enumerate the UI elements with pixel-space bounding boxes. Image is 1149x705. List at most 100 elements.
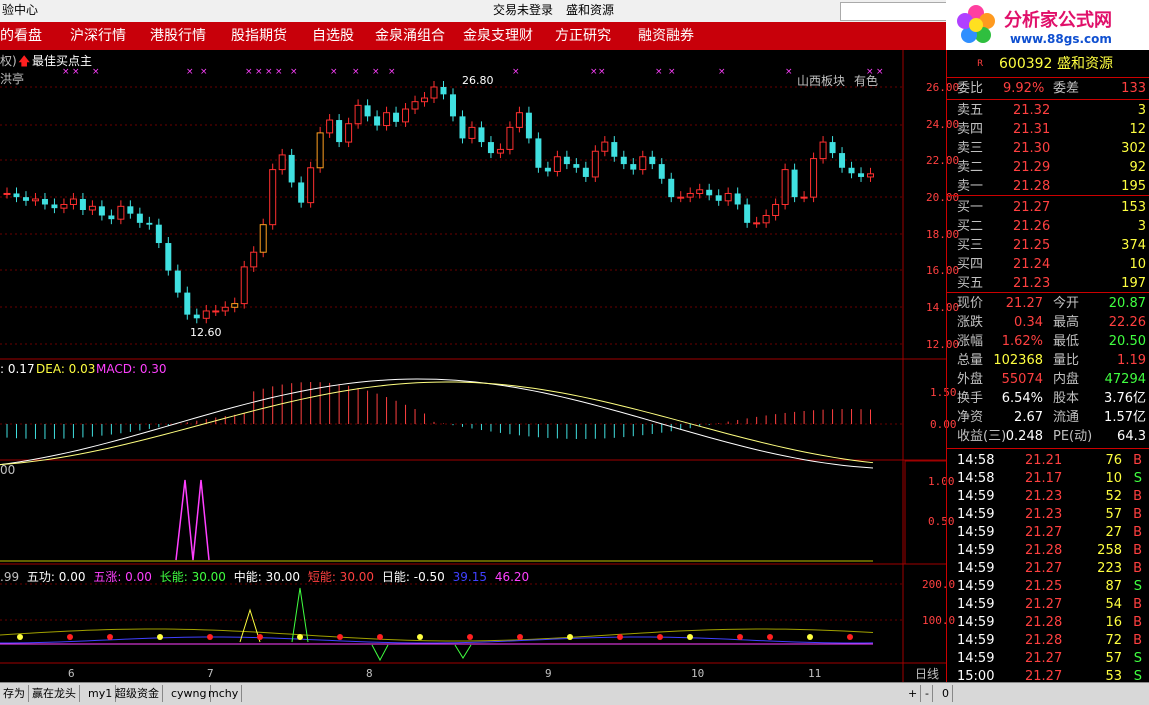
candle[interactable] [686, 192, 694, 198]
industry-label[interactable]: 有色 [854, 72, 878, 89]
candle[interactable] [117, 205, 125, 220]
candle[interactable] [839, 153, 846, 168]
candle[interactable] [165, 243, 172, 271]
candle[interactable] [374, 116, 381, 126]
candle[interactable] [677, 196, 685, 199]
candle[interactable] [393, 112, 400, 122]
candle[interactable] [364, 105, 371, 117]
candle[interactable] [336, 120, 343, 143]
candle[interactable] [639, 156, 647, 171]
menu-watchlist[interactable]: 自选股 [312, 22, 354, 50]
ask-row[interactable]: 卖四 21.31 12 [947, 120, 1149, 139]
candle[interactable] [544, 167, 551, 172]
candle[interactable] [848, 167, 855, 174]
candle[interactable] [79, 198, 86, 210]
candle[interactable] [753, 222, 761, 225]
candle[interactable] [525, 112, 532, 139]
sector-label[interactable]: 山西板块 [797, 72, 845, 89]
candle[interactable] [250, 251, 258, 268]
candle[interactable] [41, 198, 48, 205]
candle[interactable] [136, 213, 143, 223]
zoom-out-button[interactable]: - [922, 685, 933, 702]
candle[interactable] [288, 154, 295, 183]
menu-sh-sz-market[interactable]: 沪深行情 [70, 22, 126, 50]
candle[interactable] [31, 198, 39, 202]
candle[interactable] [601, 141, 609, 152]
ask-row[interactable]: 卖三 21.30 302 [947, 139, 1149, 158]
tab-super-fund[interactable]: 超级资金 [112, 685, 163, 702]
candle[interactable] [535, 138, 542, 168]
candle[interactable] [298, 182, 305, 203]
bid-row[interactable]: 买五 21.23 197 [947, 274, 1149, 293]
candle[interactable] [127, 206, 134, 214]
tab-dragon-head[interactable]: 赢在龙头 [29, 685, 80, 702]
bid-row[interactable]: 买四 21.24 10 [947, 255, 1149, 274]
candle[interactable] [69, 198, 77, 205]
candle[interactable] [468, 126, 476, 139]
candle[interactable] [573, 164, 580, 168]
candle[interactable] [658, 164, 665, 179]
candle[interactable] [582, 167, 589, 177]
candle[interactable] [867, 173, 875, 178]
candle[interactable] [108, 215, 115, 220]
candle[interactable] [781, 169, 789, 205]
bid-row[interactable]: 买二 21.26 3 [947, 217, 1149, 236]
candle[interactable] [155, 224, 162, 244]
candle[interactable] [307, 167, 315, 204]
candle[interactable] [51, 204, 58, 209]
candle[interactable] [800, 196, 808, 199]
candle[interactable] [316, 132, 324, 169]
candle[interactable] [354, 104, 362, 125]
candle[interactable] [553, 156, 561, 172]
ask-row[interactable]: 卖二 21.29 92 [947, 158, 1149, 177]
indicator-name[interactable]: 最佳买点主 [32, 52, 92, 69]
candle[interactable] [98, 206, 105, 216]
candle[interactable] [715, 195, 722, 201]
candle[interactable] [744, 204, 751, 223]
candle[interactable] [563, 156, 570, 165]
reset-zoom-button[interactable]: 0 [939, 685, 953, 702]
candle[interactable] [630, 164, 637, 170]
candle[interactable] [696, 189, 704, 194]
candle[interactable] [411, 101, 419, 110]
candle[interactable] [240, 266, 248, 305]
candle[interactable] [515, 112, 523, 128]
candle[interactable] [22, 197, 29, 201]
candle[interactable] [449, 94, 456, 117]
candle[interactable] [269, 169, 277, 226]
candle[interactable] [649, 156, 656, 165]
candle[interactable] [278, 154, 286, 171]
candle[interactable] [459, 116, 466, 139]
tab-save-as[interactable]: 存为 [0, 685, 29, 702]
bid-row[interactable]: 买一 21.27 153 [947, 198, 1149, 217]
ask-row[interactable]: 卖五 21.32 3 [947, 101, 1149, 120]
candle[interactable] [221, 306, 229, 312]
candle[interactable] [487, 142, 494, 154]
chart-area[interactable]: × × × × × × × × × × × × × × × × × × × × × × × 权) 🡅 最佳买点主 洪亭 山西… [0, 50, 959, 682]
ask-row[interactable]: 卖一 21.28 195 [947, 177, 1149, 196]
candle[interactable] [506, 126, 514, 150]
period-label[interactable]: 日线 [915, 665, 939, 682]
candle[interactable] [829, 142, 836, 154]
menu-my-board[interactable]: 的看盘 [0, 22, 42, 50]
candle[interactable] [146, 222, 153, 225]
candle[interactable] [184, 292, 191, 315]
candle[interactable] [496, 148, 504, 154]
candle[interactable] [762, 215, 770, 224]
candle[interactable] [383, 112, 391, 127]
candle[interactable] [668, 178, 675, 198]
candle[interactable] [430, 86, 438, 99]
candle[interactable] [345, 123, 353, 143]
candle[interactable] [231, 303, 239, 308]
candle[interactable] [772, 203, 780, 217]
candle[interactable] [810, 158, 818, 198]
candle[interactable] [819, 141, 827, 160]
candle[interactable] [13, 193, 20, 198]
candle[interactable] [706, 189, 713, 196]
menu-research[interactable]: 方正研究 [555, 22, 611, 50]
menu-hk-market[interactable]: 港股行情 [150, 22, 206, 50]
candle[interactable] [326, 119, 334, 134]
candle[interactable] [734, 193, 741, 205]
candle[interactable] [193, 314, 200, 319]
candle[interactable] [174, 270, 181, 293]
